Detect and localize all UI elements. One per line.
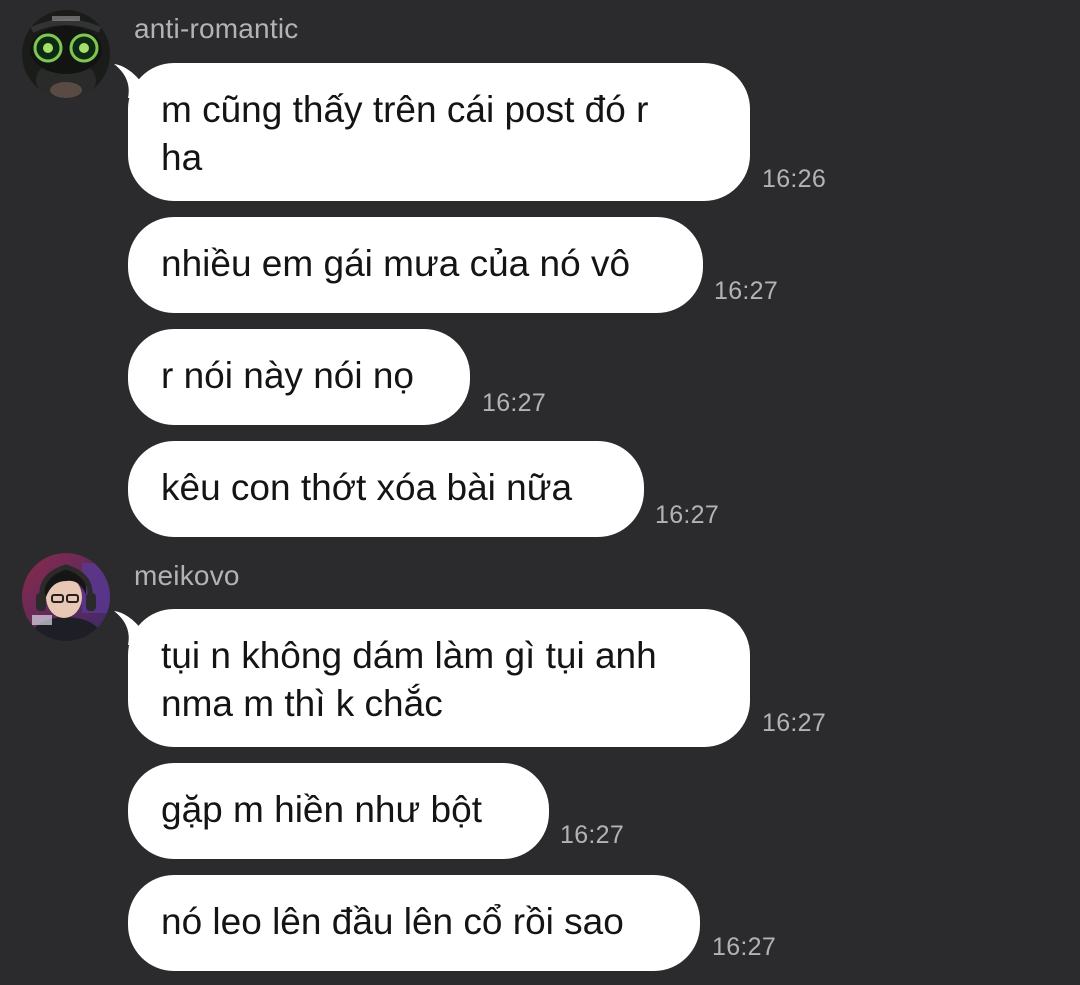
message-bubble[interactable]: tụi n không dám làm gì tụi anh nma m thì… [128,609,750,747]
message-bubble[interactable]: m cũng thấy trên cái post đó r ha [128,63,750,201]
masked-character-avatar-icon [22,10,110,98]
message-text: ha [161,137,203,178]
message-text: nhiều em gái mưa của nó vô [161,243,631,284]
avatar-anti-romantic[interactable] [22,10,110,98]
avatar-meikovo[interactable] [22,553,110,641]
message-bubble[interactable]: gặp m hiền như bột [128,763,549,859]
message-bubble[interactable]: nhiều em gái mưa của nó vô [128,217,703,313]
username[interactable]: meikovo [134,560,240,592]
message-bubble[interactable]: r nói này nói nọ [128,329,470,425]
message-bubble[interactable]: nó leo lên đầu lên cổ rồi sao [128,875,700,971]
message-bubble[interactable]: kêu con thớt xóa bài nữa [128,441,644,537]
message-timestamp: 16:26 [762,165,827,193]
message-timestamp: 16:27 [482,389,547,417]
message-text: gặp m hiền như bột [161,789,482,830]
message-text: nma m thì k chắc [161,683,443,724]
message-text: nó leo lên đầu lên cổ rồi sao [161,901,624,942]
message-timestamp: 16:27 [762,709,827,737]
message-timestamp: 16:27 [560,821,625,849]
message-text: r nói này nói nọ [161,355,415,396]
message-timestamp: 16:27 [714,277,779,305]
username[interactable]: anti-romantic [134,13,298,45]
message-text: tụi n không dám làm gì tụi anh [161,635,657,676]
gamer-headset-avatar-icon [22,553,110,641]
message-timestamp: 16:27 [655,501,720,529]
message-text: m cũng thấy trên cái post đó r [161,89,649,130]
message-text: kêu con thớt xóa bài nữa [161,467,573,508]
message-timestamp: 16:27 [712,933,777,961]
